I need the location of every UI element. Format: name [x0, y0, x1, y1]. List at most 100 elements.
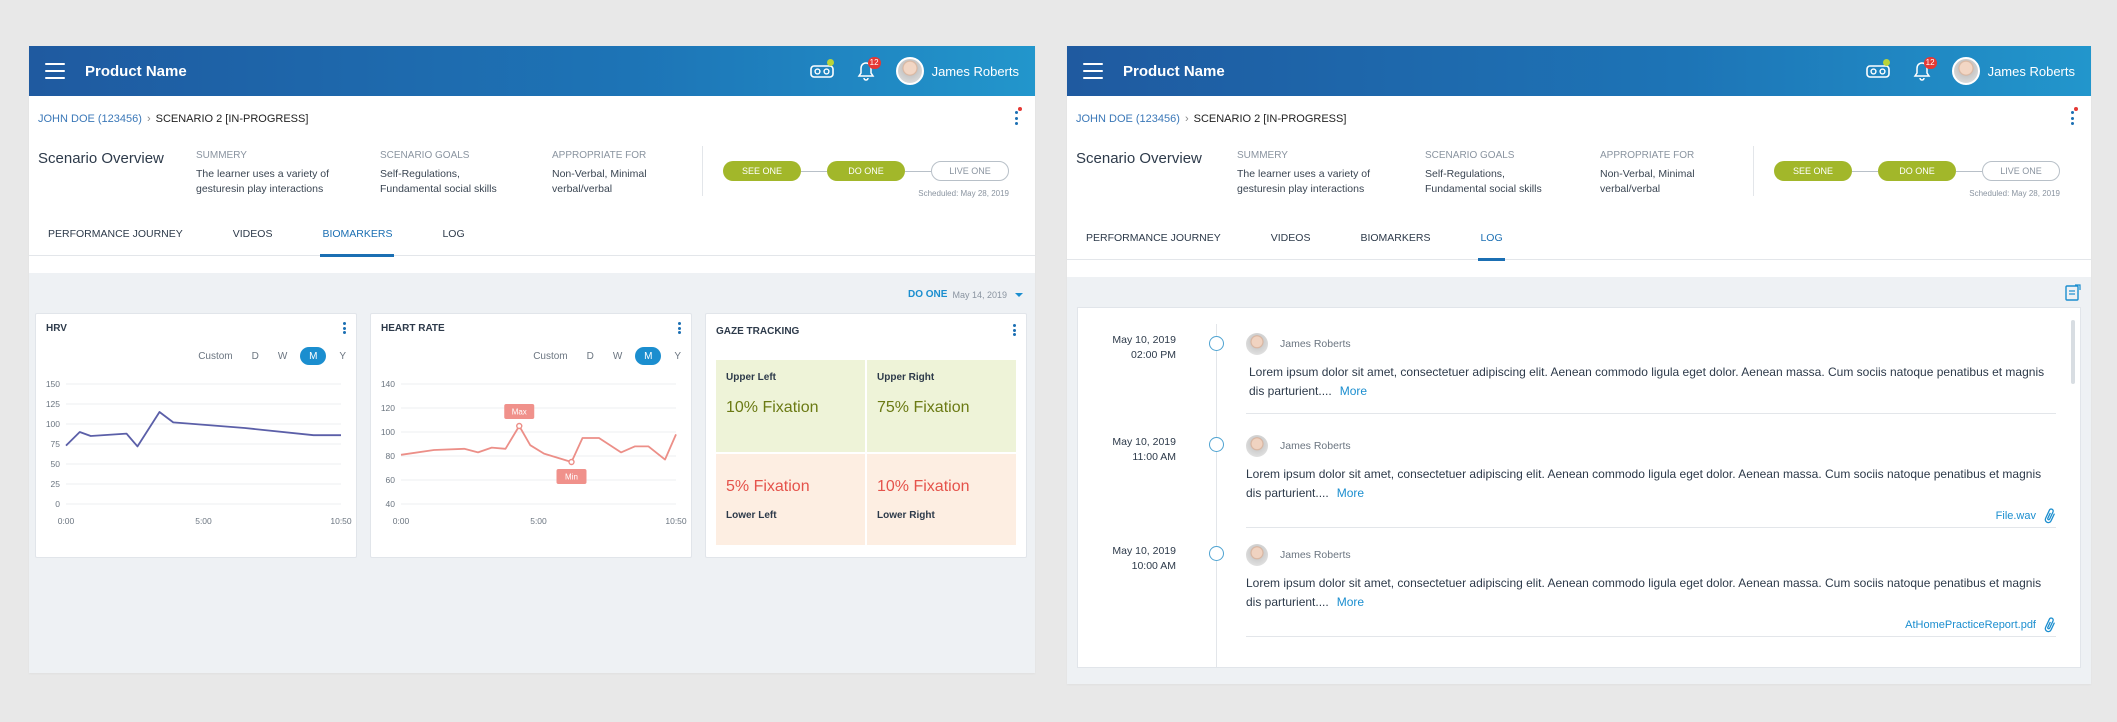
filter-value: DO ONE — [908, 289, 948, 300]
x-tick-label: 10:50 — [665, 516, 687, 526]
range-day[interactable]: D — [587, 347, 594, 365]
goals-text: Self-Regulations, Fundamental social ski… — [1425, 168, 1542, 195]
quadrant-label: Lower Left — [726, 509, 777, 521]
range-custom[interactable]: Custom — [198, 347, 232, 365]
more-options-icon[interactable] — [678, 322, 681, 334]
step-see-one[interactable]: SEE ONE — [1774, 161, 1852, 181]
range-year[interactable]: Y — [339, 347, 346, 365]
goals-label: SCENARIO GOALS — [1425, 150, 1515, 161]
step-live-one[interactable]: LIVE ONE — [931, 161, 1009, 181]
log-date-day: May 10, 2019 — [1112, 436, 1176, 448]
breadcrumb-patient[interactable]: JOHN DOE (123456) — [1076, 113, 1180, 125]
appropriate-text: Non-Verbal, Minimal verbal/verbal — [1600, 168, 1695, 195]
appropriate-block: APPROPRIATE FOR Non-Verbal, Minimal verb… — [552, 142, 692, 212]
y-tick-label: 50 — [51, 459, 61, 469]
bell-icon[interactable]: 12 — [852, 57, 881, 85]
app-header: Product Name 12 James Roberts — [29, 46, 1035, 96]
appropriate-block: APPROPRIATE FOR Non-Verbal, Minimal verb… — [1600, 142, 1740, 212]
range-week[interactable]: W — [613, 347, 622, 365]
vr-headset-icon[interactable] — [1864, 57, 1892, 85]
quadrant-value: 10% Fixation — [726, 399, 819, 416]
range-month[interactable]: M — [635, 347, 662, 365]
tab-biomarkers[interactable]: BIOMARKERS — [1360, 216, 1430, 260]
user-name[interactable]: James Roberts — [932, 64, 1019, 79]
timeline-node — [1209, 546, 1224, 561]
more-options-icon[interactable] — [2071, 107, 2078, 125]
app-header: Product Name 12 James Roberts — [1067, 46, 2091, 96]
tab-videos[interactable]: VIDEOS — [233, 212, 273, 256]
tab-performance-journey[interactable]: PERFORMANCE JOURNEY — [48, 212, 183, 256]
chevron-down-icon — [1015, 292, 1023, 297]
hrv-chart: 0 25 50 75 100 125 150 0:00 5:00 10:50 — [46, 379, 352, 526]
log-text: Lorem ipsum dolor sit amet, consectetuer… — [1246, 576, 2042, 609]
more-options-icon[interactable] — [1013, 324, 1016, 336]
y-tick-label: 120 — [381, 403, 395, 413]
log-date: May 10, 2019 10:00 AM — [1078, 544, 1176, 574]
appropriate-label: APPROPRIATE FOR — [552, 150, 647, 161]
log-screen: Product Name 12 James Roberts JOHN DOE (… — [1067, 46, 2091, 684]
progress-stepper: SEE ONE DO ONE LIVE ONE Scheduled: May 2… — [702, 146, 1009, 198]
scenario-overview: Scenario Overview SUMMERY The learner us… — [29, 142, 1035, 212]
y-tick-label: 150 — [46, 379, 60, 389]
summary-text: The learner uses a variety of gesturesin… — [196, 168, 330, 195]
product-name: Product Name — [1123, 62, 1225, 80]
bell-icon[interactable]: 12 — [1908, 57, 1937, 85]
y-tick-label: 40 — [386, 499, 396, 509]
range-month[interactable]: M — [300, 347, 327, 365]
step-connector — [905, 170, 931, 172]
goals-text: Self-Regulations, Fundamental social ski… — [380, 168, 497, 195]
log-date: May 10, 2019 11:00 AM — [1078, 435, 1176, 465]
tab-log[interactable]: LOG — [442, 212, 464, 256]
goals-label: SCENARIO GOALS — [380, 150, 470, 161]
breadcrumb-patient[interactable]: JOHN DOE (123456) — [38, 113, 142, 125]
vr-headset-icon[interactable] — [808, 57, 836, 85]
y-tick-label: 100 — [381, 427, 395, 437]
avatar — [1246, 544, 1268, 566]
step-live-one[interactable]: LIVE ONE — [1982, 161, 2060, 181]
log-author-name: James Roberts — [1280, 338, 1351, 350]
log-message: Lorem ipsum dolor sit amet, consectetuer… — [1246, 465, 2056, 503]
menu-icon[interactable] — [45, 63, 65, 79]
summary-label: SUMMERY — [1237, 150, 1288, 161]
quadrant-value: 75% Fixation — [877, 399, 970, 416]
tab-videos[interactable]: VIDEOS — [1271, 216, 1311, 260]
range-year[interactable]: Y — [674, 347, 681, 365]
log-entry-body: James Roberts Lorem ipsum dolor sit amet… — [1246, 333, 2056, 414]
tab-log[interactable]: LOG — [1478, 216, 1505, 261]
tab-biomarkers[interactable]: BIOMARKERS — [320, 212, 395, 257]
more-link[interactable]: More — [1337, 486, 1364, 500]
tab-performance-journey[interactable]: PERFORMANCE JOURNEY — [1086, 216, 1221, 260]
attachment-row: File.wav — [1246, 503, 2056, 525]
attachment-link[interactable]: File.wav — [1996, 507, 2056, 525]
y-tick-label: 25 — [51, 479, 61, 489]
user-name[interactable]: James Roberts — [1988, 64, 2075, 79]
step-do-one[interactable]: DO ONE — [1878, 161, 1956, 181]
y-tick-label: 75 — [51, 439, 61, 449]
menu-icon[interactable] — [1083, 63, 1103, 79]
add-note-icon[interactable] — [2065, 284, 2081, 307]
heart-rate-title: HEART RATE — [381, 323, 445, 334]
step-connector — [1852, 170, 1878, 172]
step-see-one[interactable]: SEE ONE — [723, 161, 801, 181]
summary-label: SUMMERY — [196, 150, 247, 161]
more-link[interactable]: More — [1340, 384, 1367, 398]
y-tick-label: 60 — [386, 475, 396, 485]
avatar[interactable] — [1951, 57, 1980, 85]
more-link[interactable]: More — [1337, 595, 1364, 609]
quadrant-value: 5% Fixation — [726, 477, 810, 495]
hrv-range-selector: Custom D W M Y — [179, 347, 346, 365]
avatar[interactable] — [895, 57, 924, 85]
biomarkers-content: DO ONE May 14, 2019 HRV Custom D W M Y 0… — [29, 273, 1035, 673]
more-options-icon[interactable] — [343, 322, 346, 334]
session-filter[interactable]: DO ONE May 14, 2019 — [908, 289, 1023, 300]
divider — [1246, 413, 2056, 414]
attachment-link[interactable]: AtHomePracticeReport.pdf — [1905, 616, 2056, 634]
range-custom[interactable]: Custom — [533, 347, 567, 365]
more-options-icon[interactable] — [1015, 107, 1022, 125]
range-week[interactable]: W — [278, 347, 287, 365]
range-day[interactable]: D — [252, 347, 259, 365]
scrollbar[interactable] — [2071, 320, 2075, 384]
filter-date: May 14, 2019 — [952, 289, 1007, 300]
divider — [1246, 636, 2056, 637]
step-do-one[interactable]: DO ONE — [827, 161, 905, 181]
